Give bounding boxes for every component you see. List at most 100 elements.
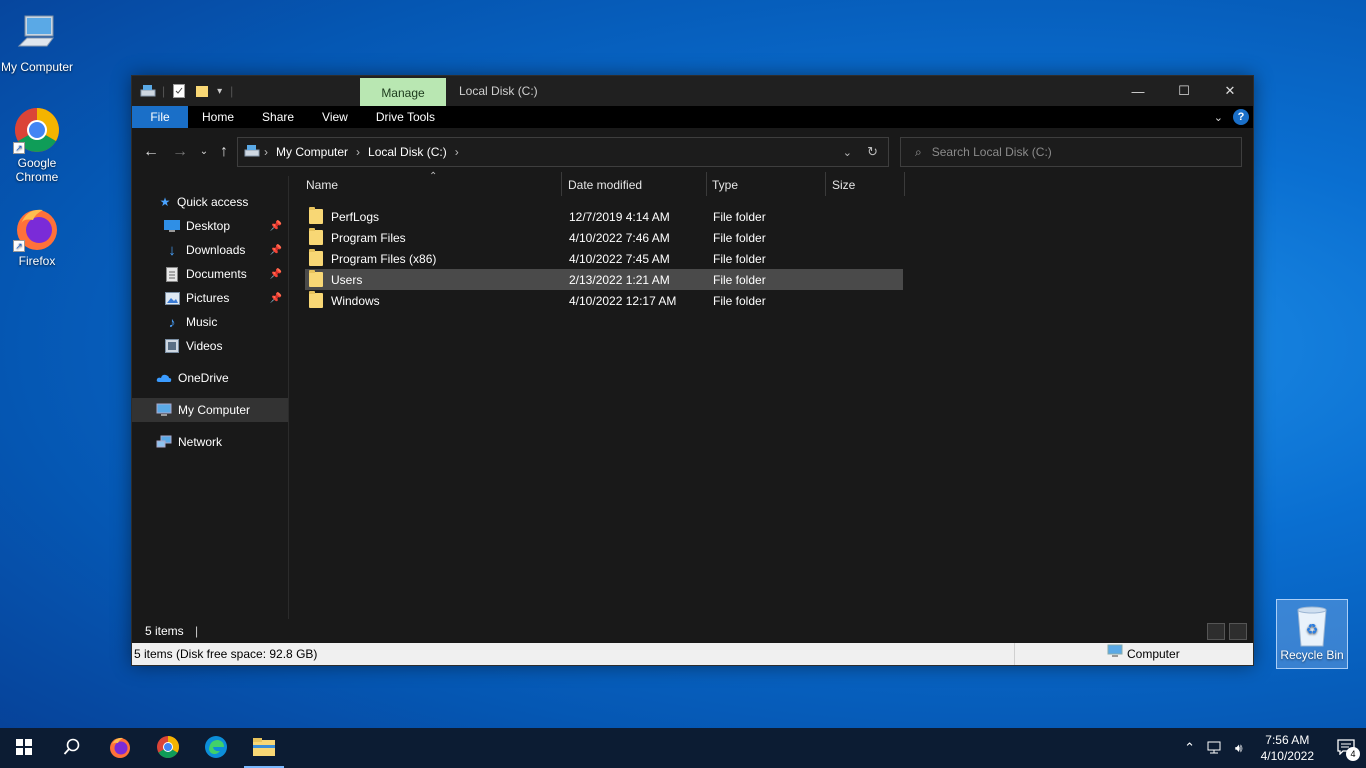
tab-manage[interactable]: Manage	[360, 78, 446, 106]
desktop-icon-my-computer[interactable]: My Computer	[0, 10, 74, 74]
clock[interactable]: 7:56 AM 4/10/2022	[1249, 732, 1326, 764]
column-divider[interactable]	[561, 172, 562, 196]
address-dropdown-icon[interactable]: ⌄	[843, 146, 852, 159]
clock-date: 4/10/2022	[1260, 749, 1314, 763]
nav-label: OneDrive	[178, 371, 229, 385]
details-view-button[interactable]	[1207, 623, 1225, 640]
customize-qat-icon[interactable]: ▾	[217, 86, 222, 97]
column-divider[interactable]	[825, 172, 826, 196]
nav-my-computer[interactable]: My Computer	[132, 398, 288, 422]
column-header-type[interactable]: Type	[712, 172, 822, 198]
table-row-selected[interactable]: Users 2/13/2022 1:21 AM File folder	[305, 269, 903, 290]
table-row[interactable]: PerfLogs 12/7/2019 4:14 AM File folder	[305, 206, 905, 227]
nav-network[interactable]: Network	[132, 430, 288, 454]
pin-icon[interactable]: 📌	[270, 245, 282, 256]
computer-icon	[1107, 643, 1123, 665]
file-explorer-icon	[252, 737, 276, 760]
file-name: PerfLogs	[331, 209, 380, 224]
table-row[interactable]: Program Files 4/10/2022 7:46 AM File fol…	[305, 227, 905, 248]
file-date: 12/7/2019 4:14 AM	[569, 209, 670, 224]
desktop-icon-google-chrome[interactable]: ↗ Google Chrome	[0, 106, 74, 184]
expand-ribbon-icon[interactable]: ⌄	[1214, 111, 1223, 124]
tab-view[interactable]: View	[308, 106, 362, 128]
desktop-icon-firefox[interactable]: ↗ Firefox	[0, 204, 74, 268]
table-row[interactable]: Program Files (x86) 4/10/2022 7:45 AM Fi…	[305, 248, 905, 269]
start-button[interactable]	[0, 728, 48, 768]
breadcrumb-local-disk[interactable]: Local Disk (C:)	[364, 145, 451, 159]
search-button[interactable]	[48, 728, 96, 768]
refresh-icon[interactable]: ↻	[867, 144, 878, 160]
nav-documents[interactable]: Documents 📌	[132, 262, 288, 286]
breadcrumb-my-computer[interactable]: My Computer	[272, 145, 352, 159]
nav-downloads[interactable]: ↓ Downloads 📌	[132, 238, 288, 262]
nav-label: Quick access	[177, 195, 249, 209]
desktop-icon-label: Recycle Bin	[1280, 648, 1344, 662]
maximize-button[interactable]: ☐	[1161, 76, 1207, 106]
quick-access-toolbar: | ▾ |	[132, 76, 233, 106]
breadcrumb-separator-icon[interactable]: ›	[451, 145, 463, 159]
address-bar[interactable]: › My Computer › Local Disk (C:) › ⌄ ↻	[237, 137, 889, 167]
file-date: 4/10/2022 12:17 AM	[569, 293, 677, 308]
column-divider[interactable]	[706, 172, 707, 196]
pin-icon[interactable]: 📌	[270, 269, 282, 280]
tab-home[interactable]: Home	[188, 106, 248, 128]
recent-locations-button[interactable]: ⌄	[193, 141, 215, 163]
breadcrumb-separator-icon: ›	[264, 145, 268, 159]
nav-label: Documents	[186, 267, 247, 281]
taskbar-edge[interactable]	[192, 728, 240, 768]
folder-icon	[309, 249, 323, 266]
notification-count-badge: 4	[1346, 747, 1360, 761]
pictures-icon	[164, 290, 180, 306]
column-header-size[interactable]: Size	[832, 172, 904, 198]
tab-drive-tools[interactable]: Drive Tools	[362, 106, 449, 128]
firefox-icon	[108, 735, 132, 762]
volume-icon[interactable]: 🔊︎	[1229, 741, 1249, 756]
folder-icon	[309, 228, 323, 245]
search-input[interactable]: ⌕ Search Local Disk (C:)	[900, 137, 1242, 167]
action-center-button[interactable]: 4	[1326, 728, 1366, 768]
taskbar-file-explorer[interactable]	[240, 728, 288, 768]
ribbon-tabs: File Home Share View Drive Tools ⌄ ?	[132, 106, 1253, 128]
nav-videos[interactable]: Videos	[132, 334, 288, 358]
nav-label: Network	[178, 435, 223, 449]
show-hidden-icons-chevron-icon[interactable]: ⌃	[1178, 740, 1201, 756]
column-header-date[interactable]: Date modified	[568, 172, 706, 198]
pin-icon[interactable]: 📌	[270, 221, 282, 232]
close-button[interactable]: ✕	[1207, 76, 1253, 106]
desktop-icon-recycle-bin[interactable]: ♻ Recycle Bin	[1276, 599, 1348, 669]
network-status-icon[interactable]	[1201, 740, 1229, 757]
svg-text:♻: ♻	[1306, 622, 1319, 638]
nav-music[interactable]: ♪ Music	[132, 310, 288, 334]
nav-onedrive[interactable]: OneDrive	[132, 366, 288, 390]
drive-icon[interactable]	[140, 84, 156, 98]
status-separator: |	[195, 624, 199, 638]
nav-label: Music	[186, 315, 218, 329]
taskbar-chrome[interactable]	[144, 728, 192, 768]
search-icon	[63, 738, 81, 759]
tab-share[interactable]: Share	[248, 106, 308, 128]
column-divider[interactable]	[904, 172, 905, 196]
nav-quick-access[interactable]: ★ Quick access	[132, 190, 288, 214]
new-folder-icon[interactable]	[195, 84, 209, 98]
nav-desktop[interactable]: Desktop 📌	[132, 214, 288, 238]
tab-file[interactable]: File	[132, 106, 188, 128]
desktop-icon-label: My Computer	[0, 60, 74, 74]
onedrive-icon	[156, 370, 172, 386]
pin-icon[interactable]: 📌	[270, 293, 282, 304]
folder-icon	[309, 291, 323, 308]
back-button[interactable]: ←	[140, 141, 162, 163]
table-row[interactable]: Windows 4/10/2022 12:17 AM File folder	[305, 290, 905, 311]
breadcrumb-separator-icon[interactable]: ›	[352, 145, 364, 159]
nav-pictures[interactable]: Pictures 📌	[132, 286, 288, 310]
help-icon[interactable]: ?	[1233, 109, 1249, 125]
properties-icon[interactable]	[173, 84, 187, 98]
forward-button[interactable]: →	[169, 141, 191, 163]
nav-label: Videos	[186, 339, 223, 353]
minimize-button[interactable]: —	[1115, 76, 1161, 106]
location-label: Computer	[1127, 647, 1180, 661]
up-button[interactable]: ↑	[213, 141, 235, 163]
large-icons-view-button[interactable]	[1229, 623, 1247, 640]
clock-time: 7:56 AM	[1265, 733, 1310, 747]
taskbar-firefox[interactable]	[96, 728, 144, 768]
file-list: PerfLogs 12/7/2019 4:14 AM File folder P…	[305, 206, 905, 311]
